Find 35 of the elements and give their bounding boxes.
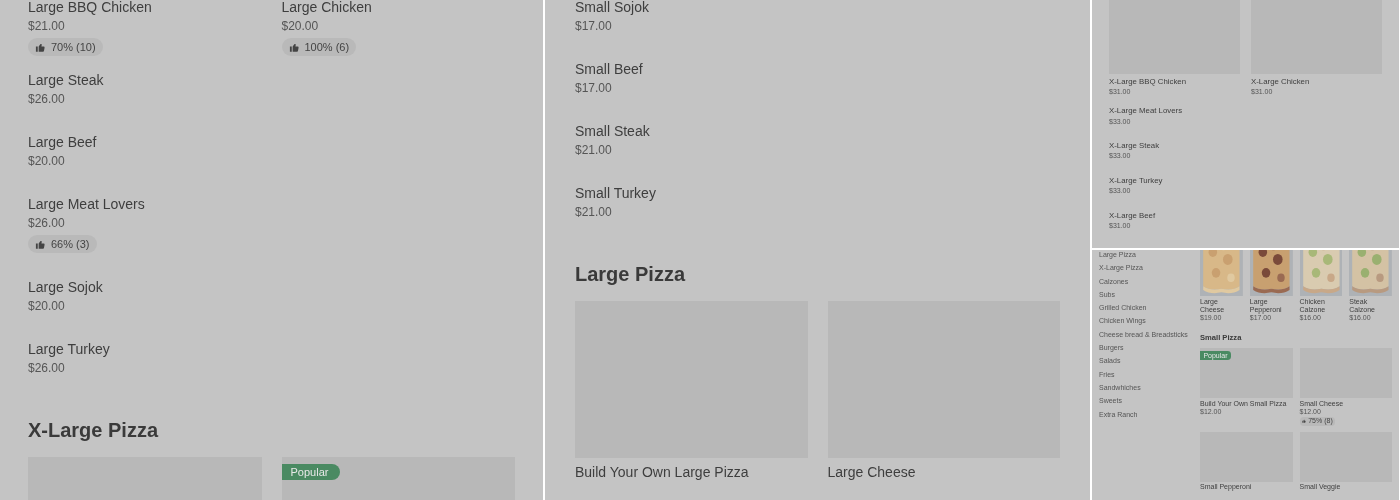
section-heading: Large Pizza: [575, 262, 687, 287]
item-name[interactable]: Small Beef: [575, 59, 643, 79]
rating-badge: 70% (10): [28, 38, 103, 56]
item-price: $21.00: [28, 18, 65, 35]
item-price: $20.00: [28, 298, 65, 315]
item-name[interactable]: Large Meat Lovers: [28, 194, 145, 214]
item-price: $17.00: [575, 80, 612, 97]
item-name[interactable]: Large BBQ Chicken: [28, 0, 152, 17]
image-placeholder[interactable]: Popular: [281, 457, 515, 500]
popular-badge: Popular: [281, 464, 340, 480]
thumbs-up-icon: [288, 41, 300, 53]
item-name[interactable]: Large Turkey: [28, 339, 110, 359]
item-price: $21.00: [575, 204, 612, 221]
item-name[interactable]: Large Chicken: [281, 0, 372, 17]
item-name[interactable]: Small Steak: [575, 121, 650, 141]
item-name[interactable]: Large Cheese: [827, 462, 916, 482]
item-price: $26.00: [28, 91, 65, 108]
item-name[interactable]: Small Turkey: [575, 183, 656, 203]
item-name[interactable]: Small Sojok: [575, 0, 649, 17]
rating-badge: 100% (6): [281, 38, 357, 56]
item-price: $20.00: [28, 153, 65, 170]
item-name[interactable]: Large Beef: [28, 132, 97, 152]
section-heading: X-Large Pizza: [28, 418, 160, 443]
item-price: $21.00: [575, 142, 612, 159]
thumbs-up-icon: [1302, 419, 1307, 424]
item-name[interactable]: Build Your Own Large Pizza: [575, 462, 749, 482]
item-price: $20.00: [281, 18, 319, 35]
thumbs-up-icon: [35, 41, 46, 53]
item-price: $17.00: [575, 18, 612, 35]
thumbs-up-icon: [35, 238, 46, 250]
item-price: $26.00: [28, 360, 65, 377]
item-price: $26.00: [28, 215, 65, 232]
rating-badge: 66% (3): [28, 235, 97, 253]
item-name[interactable]: Large Steak: [28, 70, 104, 90]
item-name[interactable]: Large Sojok: [28, 277, 103, 297]
